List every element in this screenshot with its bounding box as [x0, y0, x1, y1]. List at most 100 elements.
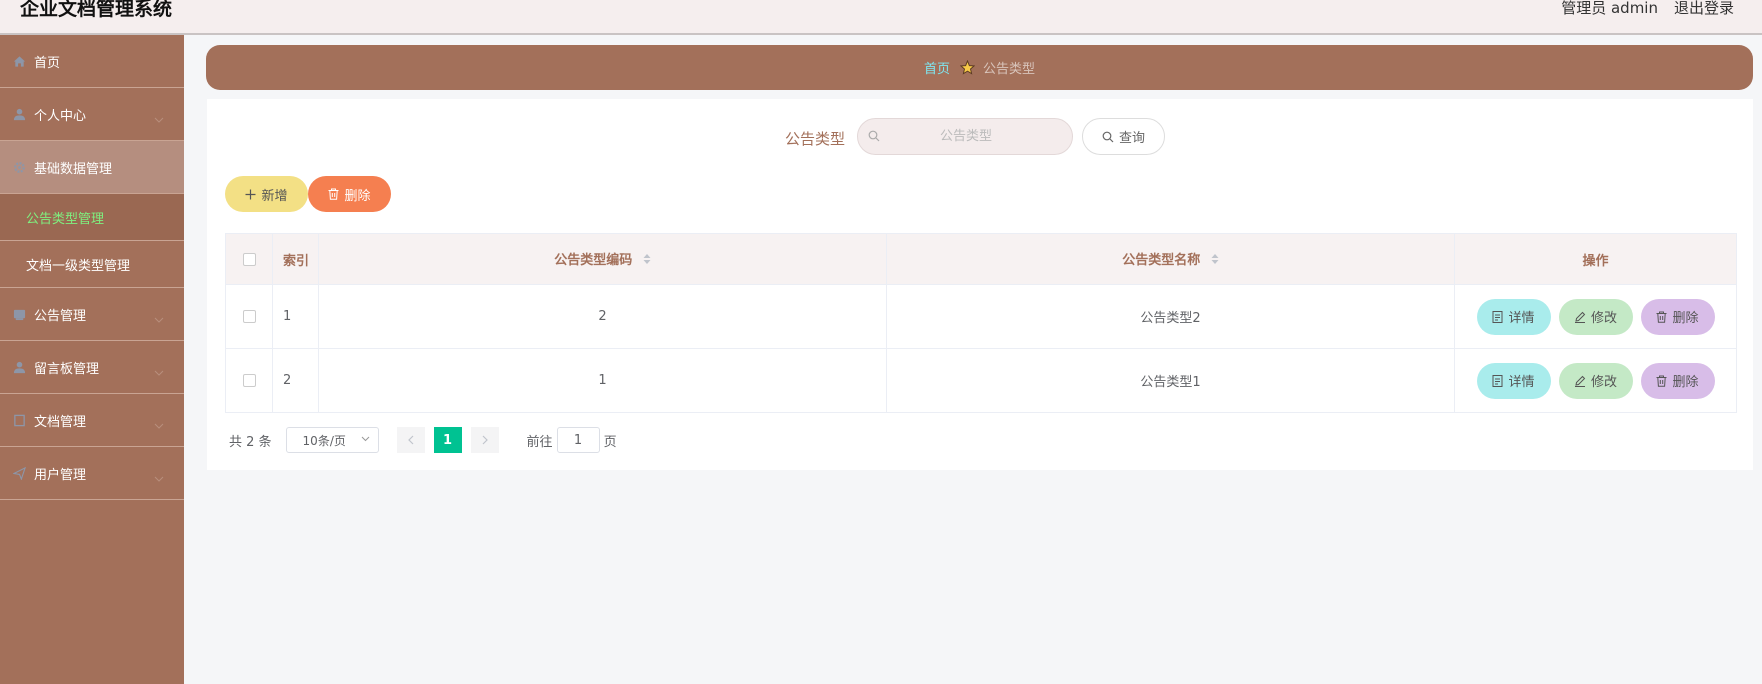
- chevron-right-icon: [482, 435, 488, 445]
- sidebar-item-label: 用户管理: [34, 467, 87, 483]
- row-select-cell: [225, 284, 273, 349]
- pencil-icon: [1574, 375, 1586, 387]
- sidebar-item-label: 个人中心: [34, 108, 87, 124]
- column-header-ops: 操作: [1454, 233, 1737, 285]
- sidebar-item-basic-data[interactable]: 基础数据管理: [0, 141, 184, 194]
- breadcrumb-current: 公告类型: [983, 62, 1036, 77]
- row-select-cell: [225, 348, 273, 413]
- breadcrumb-home-link[interactable]: 首页: [924, 58, 950, 77]
- chevron-left-icon: [407, 435, 414, 445]
- goto-page-input[interactable]: [556, 427, 600, 453]
- batch-delete-button-label: 删除: [344, 188, 371, 204]
- sidebar-item-label: 基础数据管理: [34, 161, 113, 177]
- sidebar-subitem-doc-primary-type[interactable]: 文档一级类型管理: [0, 241, 184, 288]
- edit-button-label: 修改: [1590, 311, 1617, 326]
- sidebar-item-notice[interactable]: 公告管理: [0, 288, 184, 341]
- row-delete-button[interactable]: 删除: [1640, 362, 1715, 399]
- query-button-label: 查询: [1118, 131, 1145, 146]
- row-index: 2: [272, 348, 319, 413]
- data-table: 索引 公告类型编码 公告类型名称 操作 1 2 公告类型2 详情 修改 删除 2…: [225, 233, 1737, 413]
- logout-link[interactable]: 退出登录: [1674, 0, 1734, 18]
- sidebar-subitem-notice-type[interactable]: 公告类型管理: [0, 194, 184, 241]
- pencil-icon: [1574, 311, 1586, 323]
- trash-icon: [1656, 375, 1667, 387]
- sidebar-item-home[interactable]: 首页: [0, 35, 184, 88]
- user-icon: [12, 107, 26, 121]
- table-header-row: 索引 公告类型编码 公告类型名称 操作: [225, 233, 1737, 285]
- row-delete-button[interactable]: 删除: [1640, 298, 1715, 335]
- row-name: 公告类型1: [886, 348, 1455, 413]
- send-icon: [12, 466, 26, 480]
- page-number-current[interactable]: 1: [433, 427, 462, 453]
- sidebar-item-label: 留言板管理: [34, 361, 100, 377]
- sort-icon[interactable]: [643, 253, 651, 269]
- search-label: 公告类型: [785, 130, 846, 148]
- select-all-checkbox[interactable]: [242, 252, 256, 266]
- add-button-label: 新增: [261, 188, 288, 204]
- row-checkbox[interactable]: [242, 374, 256, 387]
- column-header-name[interactable]: 公告类型名称: [886, 233, 1455, 285]
- add-button[interactable]: 新增: [225, 176, 308, 212]
- document-icon: [1492, 374, 1503, 387]
- table-row: 2 1 公告类型1 详情 修改 删除: [225, 348, 1737, 413]
- pagination: 共 2 条 10条/页 1 前往 页: [229, 427, 617, 453]
- column-header-index: 索引: [272, 233, 319, 285]
- sidebar-item-document[interactable]: 文档管理: [0, 394, 184, 447]
- sort-icon[interactable]: [1211, 253, 1219, 269]
- select-all-cell: [225, 233, 273, 285]
- row-name: 公告类型2: [886, 284, 1455, 349]
- edit-button[interactable]: 修改: [1558, 298, 1633, 335]
- pagination-total: 共 2 条: [229, 434, 272, 450]
- main-panel: 公告类型 查询 新增 删除 索引 公告类型: [207, 99, 1753, 470]
- sidebar-item-personal-center[interactable]: 个人中心: [0, 88, 184, 141]
- sidebar-item-label: 文档管理: [34, 414, 87, 430]
- row-delete-button-label: 删除: [1672, 375, 1699, 390]
- detail-button-label: 详情: [1508, 311, 1535, 326]
- detail-button[interactable]: 详情: [1476, 298, 1551, 335]
- table-row: 1 2 公告类型2 详情 修改 删除: [225, 284, 1737, 349]
- detail-button-label: 详情: [1508, 375, 1535, 390]
- row-ops: 详情 修改 删除: [1454, 284, 1737, 349]
- column-header-code[interactable]: 公告类型编码: [318, 233, 887, 285]
- row-code: 2: [318, 284, 887, 349]
- sidebar-item-label: 公告管理: [34, 308, 87, 324]
- chevron-down-icon: [154, 414, 164, 433]
- gear-icon: [12, 160, 26, 174]
- trash-icon: [1656, 311, 1667, 323]
- sidebar-item-user-management[interactable]: 用户管理: [0, 447, 184, 500]
- trash-icon: [328, 188, 339, 200]
- row-checkbox[interactable]: [242, 310, 256, 323]
- query-button[interactable]: 查询: [1082, 118, 1165, 155]
- search-input[interactable]: [858, 119, 1074, 154]
- notice-icon: [12, 307, 26, 321]
- edit-button[interactable]: 修改: [1558, 362, 1633, 399]
- detail-button[interactable]: 详情: [1476, 362, 1551, 399]
- edit-button-label: 修改: [1590, 375, 1617, 390]
- top-bar: 企业文档管理系统 管理员 admin 退出登录: [0, 0, 1762, 35]
- star-icon: [960, 60, 975, 75]
- document-icon: [12, 413, 26, 427]
- goto-prefix: 前往: [526, 434, 553, 450]
- next-page-button[interactable]: [470, 427, 499, 453]
- sidebar: 首页 个人中心 基础数据管理 公告类型管理 文档一级类型管理 公告管理 留言板管…: [0, 35, 184, 684]
- page-size-value: 10条/页: [302, 433, 346, 448]
- chevron-down-icon: [154, 361, 164, 380]
- search-field: [857, 118, 1074, 155]
- row-index: 1: [272, 284, 319, 349]
- sidebar-item-message-board[interactable]: 留言板管理: [0, 341, 184, 394]
- batch-delete-button[interactable]: 删除: [308, 176, 391, 212]
- row-code: 1: [318, 348, 887, 413]
- current-user-label: 管理员 admin: [1561, 0, 1658, 17]
- row-delete-button-label: 删除: [1672, 311, 1699, 326]
- prev-page-button[interactable]: [396, 427, 425, 453]
- app-title: 企业文档管理系统: [20, 0, 173, 20]
- sidebar-item-label: 首页: [34, 55, 61, 71]
- chevron-down-icon: [361, 436, 370, 442]
- message-user-icon: [12, 360, 26, 374]
- home-icon: [12, 54, 26, 68]
- plus-icon: [245, 189, 256, 200]
- chevron-down-icon: [154, 308, 164, 327]
- chevron-down-icon: [154, 108, 164, 127]
- chevron-down-icon: [154, 467, 164, 486]
- page-size-select[interactable]: 10条/页: [285, 427, 379, 453]
